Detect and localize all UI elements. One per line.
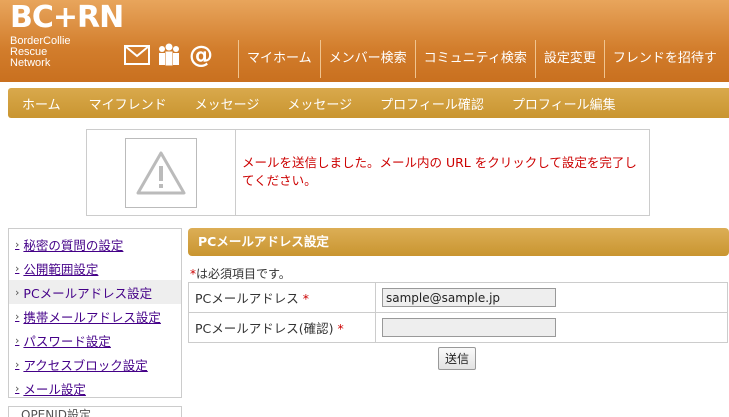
- sidebar-item-label: メール設定: [23, 381, 86, 397]
- form-row-email: PCメールアドレス *: [188, 282, 728, 313]
- sidebar-item-label: 秘密の質問の設定: [23, 237, 124, 253]
- sidebar-item-label: PCメールアドレス設定: [23, 285, 153, 301]
- notice-box: メールを送信しました。メール内の URL をクリックして設定を完了してください。: [86, 129, 650, 216]
- sidebar-item-password[interactable]: › パスワード設定: [9, 328, 181, 352]
- members-icon[interactable]: [156, 42, 182, 68]
- subnav-my-friends[interactable]: マイフレンド: [75, 94, 181, 113]
- svg-text:@: @: [189, 42, 213, 68]
- sidebar-item-privacy[interactable]: › 公開範囲設定: [9, 256, 181, 280]
- sidebar-item-label: アクセスブロック設定: [23, 357, 148, 373]
- email-field[interactable]: [382, 288, 556, 307]
- chevron-right-icon: ›: [15, 261, 20, 275]
- sidebar-item-access-block[interactable]: › アクセスブロック設定: [9, 352, 181, 376]
- section-title: PCメールアドレス設定: [188, 228, 729, 256]
- sidebar-item-label: パスワード設定: [23, 333, 111, 349]
- sidebar-item-label: 公開範囲設定: [23, 261, 99, 277]
- notice-message: メールを送信しました。メール内の URL をクリックして設定を完了してください。: [242, 155, 637, 188]
- sidebar-item-secret-question[interactable]: › 秘密の質問の設定: [9, 232, 181, 256]
- sidebar-item-mobile-email[interactable]: › 携帯メールアドレス設定: [9, 304, 181, 328]
- chevron-right-icon: ›: [15, 285, 20, 299]
- warning-icon: [125, 137, 197, 208]
- chevron-right-icon: ›: [15, 357, 20, 371]
- chevron-right-icon: ›: [15, 381, 20, 395]
- topnav-settings[interactable]: 設定変更: [534, 40, 604, 78]
- header-icon-group: @: [124, 42, 214, 68]
- email-field-cell: [375, 282, 728, 313]
- chevron-right-icon: ›: [15, 237, 20, 251]
- topnav-member-search[interactable]: メンバー検索: [319, 40, 415, 78]
- logo-mark: BC+RN: [10, 0, 124, 35]
- at-icon[interactable]: @: [188, 42, 214, 68]
- mail-icon[interactable]: [124, 42, 150, 68]
- chevron-right-icon: ›: [15, 333, 20, 347]
- subnav-profile-view[interactable]: プロフィール確認: [366, 94, 498, 113]
- email-label: PCメールアドレス: [195, 291, 299, 306]
- email-form-table: PCメールアドレス * PCメールアドレス(確認) *: [188, 282, 728, 343]
- top-navigation: マイホーム メンバー検索 コミュニティ検索 設定変更 フレンドを招待す: [238, 40, 725, 78]
- topnav-invite-friends[interactable]: フレンドを招待す: [603, 40, 725, 78]
- email-confirm-field-cell: [375, 312, 728, 343]
- subnav-messages-2[interactable]: メッセージ: [273, 94, 366, 113]
- submit-button[interactable]: 送信: [438, 347, 476, 370]
- sidebar-next-box: OPENID設定: [8, 406, 182, 417]
- logo-subtitle-line-3: Network: [10, 57, 51, 69]
- subnav-profile-edit[interactable]: プロフィール編集: [498, 94, 630, 113]
- required-note: *は必須項目です。: [190, 265, 291, 282]
- subnav-messages[interactable]: メッセージ: [181, 94, 274, 113]
- required-mark: *: [337, 321, 344, 336]
- settings-sidebar: › 秘密の質問の設定 › 公開範囲設定 › PCメールアドレス設定 › 携帯メールアドレ…: [8, 228, 182, 398]
- sub-navigation: ホーム マイフレンド メッセージ メッセージ プロフィール確認 プロフィール編集: [8, 88, 729, 118]
- notice-icon-cell: [87, 130, 236, 215]
- email-confirm-field[interactable]: [382, 318, 556, 337]
- site-logo[interactable]: BC+RN BorderCollie Rescue Network: [10, 0, 124, 69]
- subnav-home[interactable]: ホーム: [8, 94, 75, 113]
- chevron-right-icon: ›: [15, 309, 20, 323]
- sidebar-next-box-text[interactable]: OPENID設定: [9, 407, 181, 417]
- required-mark: *: [302, 291, 310, 306]
- sidebar-item-pc-email[interactable]: › PCメールアドレス設定: [9, 280, 181, 304]
- required-note-text: は必須項目です。: [196, 267, 291, 281]
- sidebar-item-label: 携帯メールアドレス設定: [23, 309, 161, 325]
- sidebar-item-mail-settings[interactable]: › メール設定: [9, 376, 181, 400]
- topnav-myhome[interactable]: マイホーム: [238, 40, 320, 78]
- form-row-email-confirm: PCメールアドレス(確認) *: [188, 312, 728, 343]
- topnav-community-search[interactable]: コミュニティ検索: [414, 40, 535, 78]
- email-confirm-label: PCメールアドレス(確認): [195, 321, 334, 336]
- site-header: BC+RN BorderCollie Rescue Network @ マイホー…: [0, 0, 729, 82]
- email-label-cell: PCメールアドレス *: [188, 282, 376, 313]
- email-confirm-label-cell: PCメールアドレス(確認) *: [188, 312, 376, 343]
